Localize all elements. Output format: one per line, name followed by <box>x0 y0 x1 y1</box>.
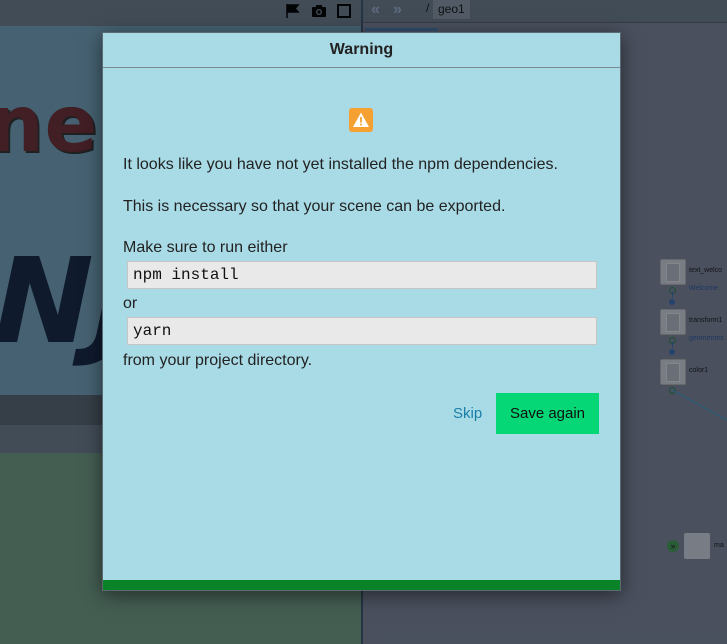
warning-dialog: Warning It looks like you have not yet i… <box>102 32 621 591</box>
command-yarn[interactable]: yarn <box>127 317 597 345</box>
message-export-required: This is necessary so that your scene can… <box>123 198 506 215</box>
dialog-title: Warning <box>103 33 620 68</box>
message-run-either: Make sure to run either <box>123 239 288 256</box>
progress-fill <box>103 580 620 590</box>
warning-icon <box>349 108 373 132</box>
message-or: or <box>123 295 138 312</box>
skip-button[interactable]: Skip <box>445 394 490 434</box>
progress-bar <box>103 580 620 590</box>
message-project-directory: from your project directory. <box>123 352 313 369</box>
command-npm-install[interactable]: npm install <box>127 261 597 289</box>
save-again-button[interactable]: Save again <box>496 393 599 434</box>
message-npm-not-installed: It looks like you have not yet installed… <box>123 156 558 173</box>
